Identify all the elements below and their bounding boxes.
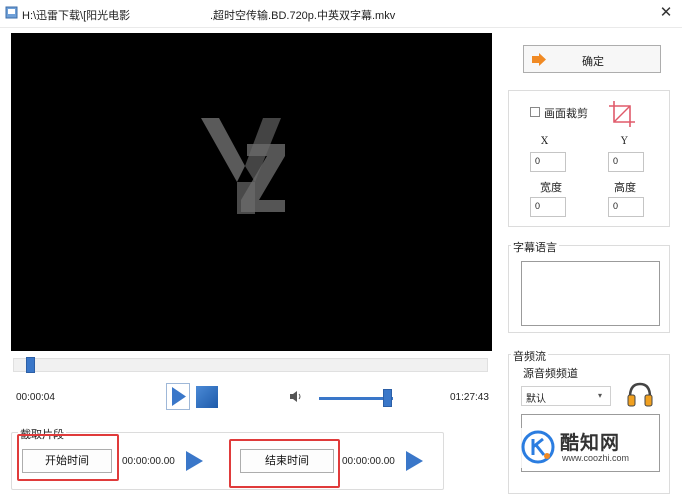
audio-stream-legend: 音频流 bbox=[511, 348, 548, 364]
chevron-down-icon[interactable]: ▾ bbox=[598, 391, 602, 400]
window-title-path: H:\迅雷下载\[阳光电影 bbox=[22, 10, 131, 22]
headphones-icon bbox=[627, 382, 653, 407]
close-window-button[interactable]: ✕ bbox=[655, 3, 677, 23]
crop-x-input[interactable]: 0 bbox=[530, 152, 566, 172]
subtitle-language-list[interactable] bbox=[521, 261, 660, 326]
app-icon bbox=[5, 6, 18, 19]
crop-label[interactable]: 画面裁剪 bbox=[544, 105, 588, 121]
subtitle-legend: 字幕语言 bbox=[511, 239, 559, 255]
end-button-highlight bbox=[229, 439, 340, 488]
end-time-value: 00:00:00.00 bbox=[342, 456, 395, 467]
height-label: 高度 bbox=[614, 182, 636, 194]
start-time-value: 00:00:00.00 bbox=[122, 456, 175, 467]
site-logo-icon bbox=[521, 430, 555, 464]
stop-button[interactable] bbox=[196, 386, 218, 408]
play-icon bbox=[172, 387, 186, 406]
crop-width-input[interactable]: 0 bbox=[530, 197, 566, 217]
total-duration: 01:27:43 bbox=[450, 392, 489, 403]
confirm-button[interactable]: 确定 bbox=[523, 45, 661, 73]
site-url: www.coozhi.com bbox=[562, 453, 630, 463]
current-time: 00:00:04 bbox=[16, 392, 55, 403]
start-button-highlight bbox=[17, 434, 119, 481]
volume-icon[interactable] bbox=[289, 390, 303, 403]
volume-slider[interactable] bbox=[319, 397, 393, 400]
start-play-arrow-icon[interactable] bbox=[183, 450, 205, 472]
end-play-arrow-icon[interactable] bbox=[403, 450, 425, 472]
crop-icon bbox=[609, 101, 635, 127]
xyz-logo-watermark bbox=[201, 118, 285, 214]
site-name: 酷知网 bbox=[560, 433, 621, 454]
audio-source-label: 源音频频道 bbox=[523, 368, 578, 380]
seek-bar[interactable] bbox=[13, 358, 488, 372]
play-button[interactable] bbox=[166, 383, 190, 410]
window-title-filename: .超时空传输.BD.720p.中英双字幕.mkv bbox=[210, 10, 396, 22]
crop-height-input[interactable]: 0 bbox=[608, 197, 644, 217]
crop-checkbox[interactable] bbox=[530, 107, 540, 117]
crop-y-input[interactable]: 0 bbox=[608, 152, 644, 172]
width-label: 宽度 bbox=[540, 182, 562, 194]
volume-thumb[interactable] bbox=[383, 389, 393, 407]
x-label: X bbox=[541, 136, 549, 147]
confirm-label: 确定 bbox=[582, 56, 604, 68]
y-label: Y bbox=[621, 136, 628, 147]
seek-thumb[interactable] bbox=[26, 357, 36, 373]
